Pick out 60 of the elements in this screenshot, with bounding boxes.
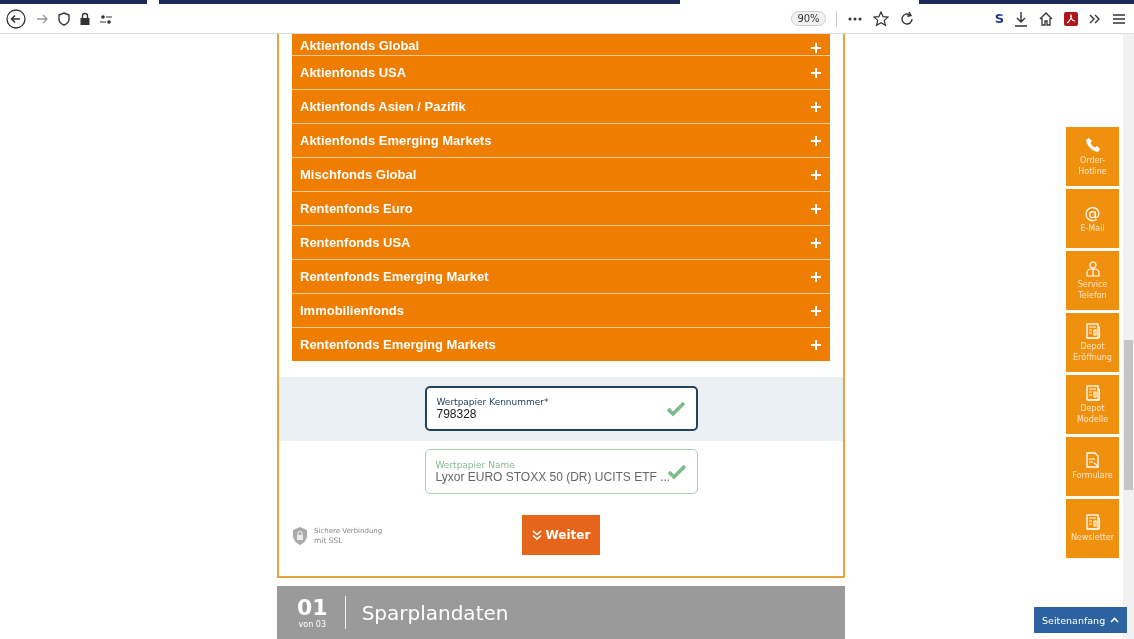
permissions-icon <box>100 12 112 25</box>
step-count: von 03 <box>298 620 326 629</box>
side-menu-button[interactable]: Order- Hotline <box>1066 127 1119 186</box>
accordion-item[interactable]: Mischfonds Global <box>292 157 830 191</box>
side-menu-button[interactable]: @ E-Mail <box>1066 189 1119 248</box>
accordion-item[interactable]: Rentenfonds Emerging Markets <box>292 327 830 361</box>
accordion-item[interactable]: Aktienfonds USA <box>292 55 830 89</box>
form-icon <box>1084 452 1101 468</box>
back-icon[interactable] <box>6 8 26 29</box>
zoom-badge[interactable]: 90% <box>791 11 826 26</box>
step-number: 01 <box>297 596 328 620</box>
plus-icon <box>811 169 821 180</box>
checkmark-icon <box>666 463 687 480</box>
accordion-item[interactable]: Rentenfonds USA <box>292 225 830 259</box>
plus-icon <box>811 101 821 112</box>
more-icon[interactable] <box>846 15 863 22</box>
side-menu-button[interactable]: Depot Modelle <box>1066 375 1119 434</box>
scrollbar[interactable] <box>1123 34 1134 639</box>
plus-icon <box>811 305 821 316</box>
plus-icon <box>811 237 821 248</box>
accordion-item[interactable]: Rentenfonds Euro <box>292 191 830 225</box>
step-title: Sparplandaten <box>361 600 509 625</box>
side-menu-button[interactable]: Newsletter <box>1066 499 1119 558</box>
extension-icon[interactable]: S <box>994 11 1004 26</box>
document-icon <box>1084 514 1101 530</box>
document-icon <box>1084 322 1101 339</box>
home-icon[interactable] <box>1038 10 1054 27</box>
overflow-chevrons-icon[interactable] <box>1088 12 1102 25</box>
accordion-item[interactable]: Aktienfonds Asien / Pazifik <box>292 89 830 123</box>
input-field[interactable]: Wertpapier Kennummer* 798328 <box>424 386 698 431</box>
continue-button[interactable]: Weiter <box>521 515 601 555</box>
accordion-item[interactable]: Immobilienfonds <box>292 293 830 327</box>
pdf-icon[interactable] <box>1064 11 1078 26</box>
download-icon[interactable] <box>1014 10 1028 27</box>
plus-icon <box>811 203 821 214</box>
accordion-item[interactable]: Aktienfonds Emerging Markets <box>292 123 830 157</box>
back-to-top-button[interactable]: Seitenanfang <box>1034 607 1128 633</box>
document-icon <box>1084 384 1101 401</box>
input-field[interactable]: Wertpapier Name Lyxor EURO STOXX 50 (DR) UCITS ETF ... <box>424 449 698 494</box>
plus-icon <box>811 67 821 78</box>
shield-lock-icon <box>292 526 308 546</box>
menu-icon[interactable] <box>1112 12 1126 25</box>
shield-icon <box>58 11 70 26</box>
phone-icon <box>1084 136 1101 153</box>
checkmark-icon <box>665 400 686 417</box>
star-icon[interactable] <box>872 10 889 27</box>
plus-icon <box>811 135 821 146</box>
accordion-item[interactable]: Aktienfonds Global <box>292 34 830 55</box>
person-icon <box>1084 260 1101 277</box>
plus-icon <box>811 339 821 350</box>
double-chevron-icon <box>531 530 542 540</box>
side-menu-button[interactable]: Depot Eröffnung <box>1066 313 1119 372</box>
plus-icon <box>811 271 821 282</box>
reload-icon[interactable] <box>898 10 915 27</box>
plus-icon <box>811 43 821 53</box>
side-menu-button[interactable]: Formulare <box>1066 437 1119 496</box>
side-menu-button[interactable]: Service Telefon <box>1066 251 1119 310</box>
lock-icon <box>79 11 91 26</box>
caret-icon <box>1110 617 1120 623</box>
accordion-item[interactable]: Rentenfonds Emerging Market <box>292 259 830 293</box>
